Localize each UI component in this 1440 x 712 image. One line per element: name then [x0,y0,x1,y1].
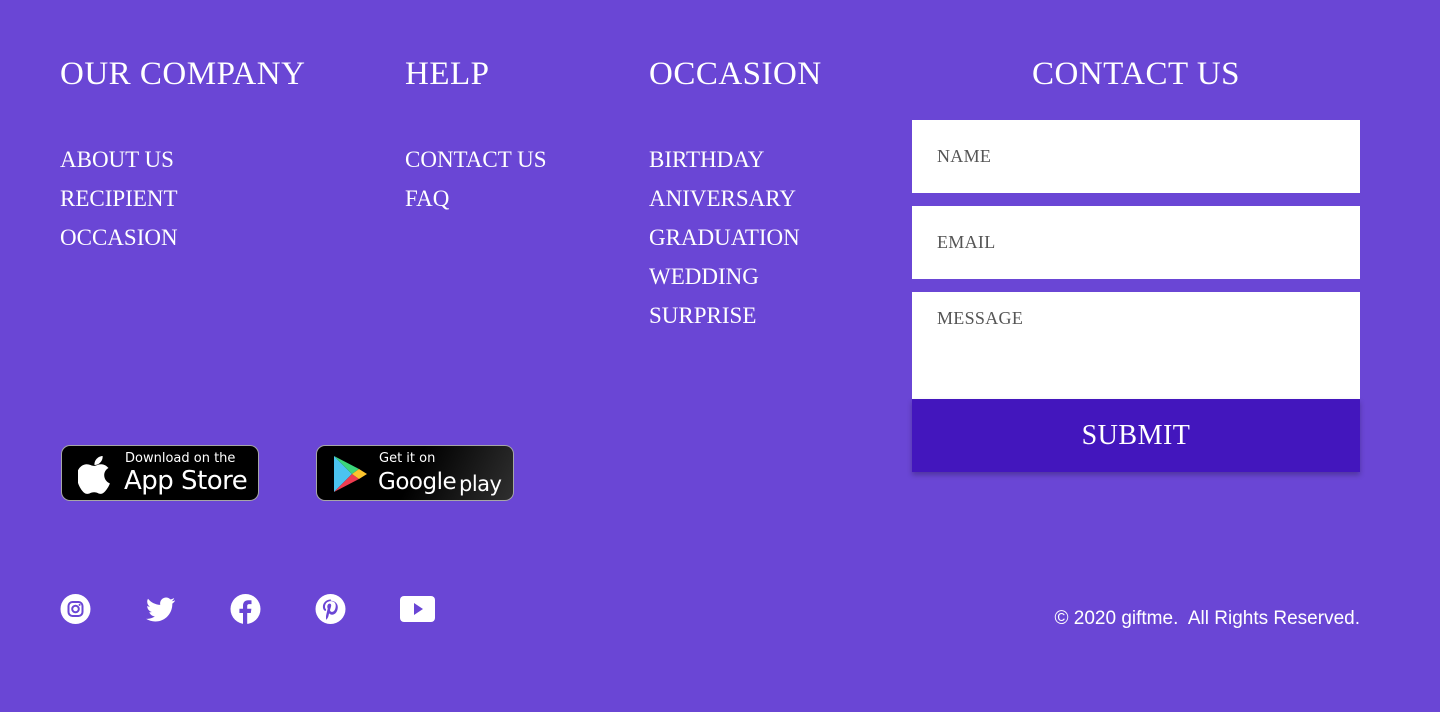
footer-link-faq[interactable]: FAQ [405,179,547,218]
help-heading: HELP [405,56,490,92]
google-play-icon [332,455,368,493]
footer-link-occasion[interactable]: OCCASION [60,218,178,257]
footer-link-birthday[interactable]: BIRTHDAY [649,140,800,179]
facebook-icon[interactable] [230,593,261,625]
copyright-text: © 2020 giftme. All Rights Reserved. [1054,608,1360,629]
occasion-heading: OCCASION [649,56,822,92]
footer-link-contact-us[interactable]: CONTACT US [405,140,547,179]
footer-link-graduation[interactable]: GRADUATION [649,218,800,257]
footer-link-wedding[interactable]: WEDDING [649,257,800,296]
footer-link-surprise[interactable]: SURPRISE [649,296,800,335]
google-play-badge[interactable]: Get it on Google play [316,445,514,501]
footer-link-about-us[interactable]: ABOUT US [60,140,178,179]
youtube-icon[interactable] [400,593,435,625]
contact-us-heading: CONTACT US [1031,56,1241,92]
footer-link-recipient[interactable]: RECIPIENT [60,179,178,218]
email-field[interactable] [912,206,1360,279]
instagram-icon[interactable] [60,593,91,625]
occasion-links: BIRTHDAY ANIVERSARY GRADUATION WEDDING S… [649,140,800,335]
google-play-brand-text: Google [378,469,457,495]
app-store-badge[interactable]: Download on the App Store [61,445,259,501]
app-store-small-text: Download on the [125,451,236,466]
app-store-large-text: App Store [124,466,248,496]
name-field[interactable] [912,120,1360,193]
google-play-suffix-text: play [459,472,502,496]
pinterest-icon[interactable] [315,593,346,625]
submit-button[interactable]: SUBMIT [912,399,1360,472]
our-company-links: ABOUT US RECIPIENT OCCASION [60,140,178,257]
help-links: CONTACT US FAQ [405,140,547,218]
footer-link-aniversary[interactable]: ANIVERSARY [649,179,800,218]
our-company-heading: OUR COMPANY [60,56,306,92]
twitter-icon[interactable] [145,593,176,625]
google-play-small-text: Get it on [379,451,436,466]
apple-icon [76,454,114,494]
message-field[interactable] [912,292,1360,399]
